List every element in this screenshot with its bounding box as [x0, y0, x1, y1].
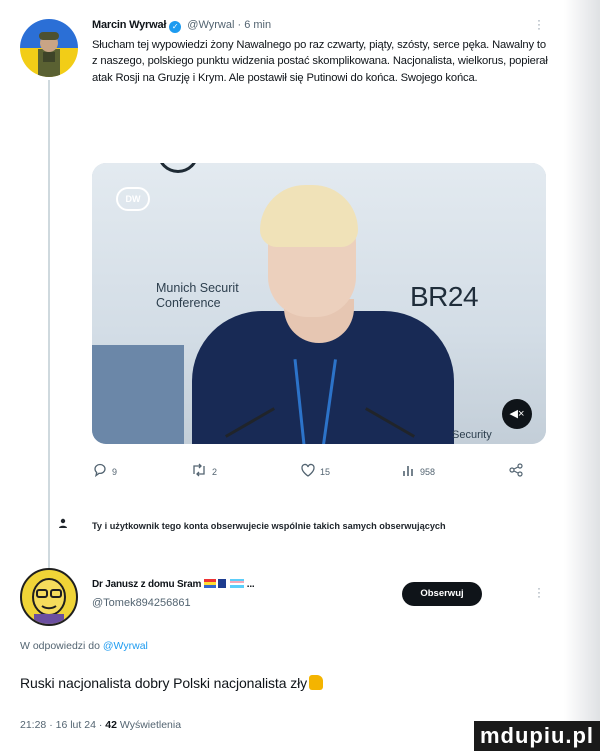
views-action[interactable]: 958	[402, 462, 435, 482]
repost-action[interactable]: 2	[190, 462, 217, 482]
share-action[interactable]	[508, 462, 524, 482]
like-count: 15	[320, 467, 331, 477]
reply-meta: 21:28 · 16 lut 24 · 42 Wyświetlenia	[20, 719, 182, 731]
stage-panel	[92, 345, 184, 444]
reply-more-options-icon[interactable]: · · ·	[536, 582, 542, 602]
mutual-followers-note: Ty i użytkownik tego konta obserwujecie …	[92, 521, 446, 531]
reply-count: 9	[112, 467, 118, 477]
reply-text: Ruski nacjonalista dobry Polski nacjonal…	[20, 675, 324, 691]
reply-flag-suffix: ...	[246, 579, 255, 590]
tweet-header: Marcin Wyrwał ✓ @Wyrwal · 6 min	[92, 19, 271, 33]
conference-line-1: Munich Securit	[156, 281, 239, 295]
speaker-muted-icon[interactable]: ◀×	[502, 399, 532, 429]
reply-action[interactable]: 9	[92, 462, 117, 482]
flag-emoji-icon	[203, 579, 244, 588]
replying-to-line: W odpowiedzi do @Wyrwal	[20, 640, 148, 652]
reply-date[interactable]: 16 lut 24	[56, 719, 96, 731]
follow-button[interactable]: Obserwuj	[402, 582, 482, 606]
thumbs-up-icon	[309, 675, 324, 690]
replying-to-link[interactable]: @Wyrwal	[103, 640, 148, 652]
more-options-icon[interactable]: · · ·	[536, 14, 542, 34]
dw-logo: DW	[116, 187, 150, 211]
repost-count: 2	[212, 467, 218, 477]
reply-views-label: Wyświetlenia	[119, 719, 182, 731]
security-sign: Security	[452, 429, 492, 441]
reply-time[interactable]: 21:28	[20, 719, 46, 731]
person-icon	[58, 518, 68, 531]
author-name[interactable]: Marcin Wyrwał	[92, 19, 166, 31]
reply-author-name[interactable]: Dr Janusz z domu Sram	[92, 579, 201, 590]
reply-text-content: Ruski nacjonalista dobry Polski nacjonal…	[20, 675, 308, 691]
tweet-text: Słucham tej wypowiedzi żony Nawalnego po…	[92, 39, 548, 84]
cartoon-avatar-icon	[32, 578, 66, 624]
conference-sign: Munich Securit Conference	[156, 281, 239, 311]
like-action[interactable]: 15	[300, 462, 330, 482]
replying-to-prefix: W odpowiedzi do	[20, 640, 103, 652]
header-separator: ·	[237, 19, 242, 31]
watermark-logo: mdupiu.pl	[474, 721, 600, 751]
verified-badge-icon: ✓	[169, 21, 182, 33]
soldier-avatar-icon	[38, 32, 60, 77]
thread-line	[48, 80, 50, 568]
share-icon	[508, 462, 524, 482]
tweet-actions: 9 2 15 958	[92, 462, 546, 484]
conference-line-2: Conference	[156, 296, 221, 310]
reply-header: Dr Janusz z domu Sram ...	[92, 579, 255, 590]
heart-icon	[300, 462, 316, 482]
repost-icon	[190, 462, 208, 482]
reply-icon	[92, 462, 108, 482]
br24-logo: BR24	[410, 281, 479, 312]
author-avatar[interactable]	[20, 19, 78, 77]
reply-views-count: 42	[105, 719, 117, 731]
reply-author-avatar[interactable]	[20, 568, 78, 626]
bar-chart-icon	[402, 462, 416, 482]
tweet-video[interactable]: DW Munich Securit Conference BR24 Securi…	[92, 163, 546, 444]
reply-author-handle[interactable]: @Tomek894256861	[92, 597, 191, 609]
author-handle[interactable]: @Wyrwal	[187, 19, 234, 31]
tweet-time[interactable]: 6 min	[244, 19, 271, 31]
page-edge-shadow	[564, 0, 600, 751]
views-count: 958	[420, 467, 436, 477]
